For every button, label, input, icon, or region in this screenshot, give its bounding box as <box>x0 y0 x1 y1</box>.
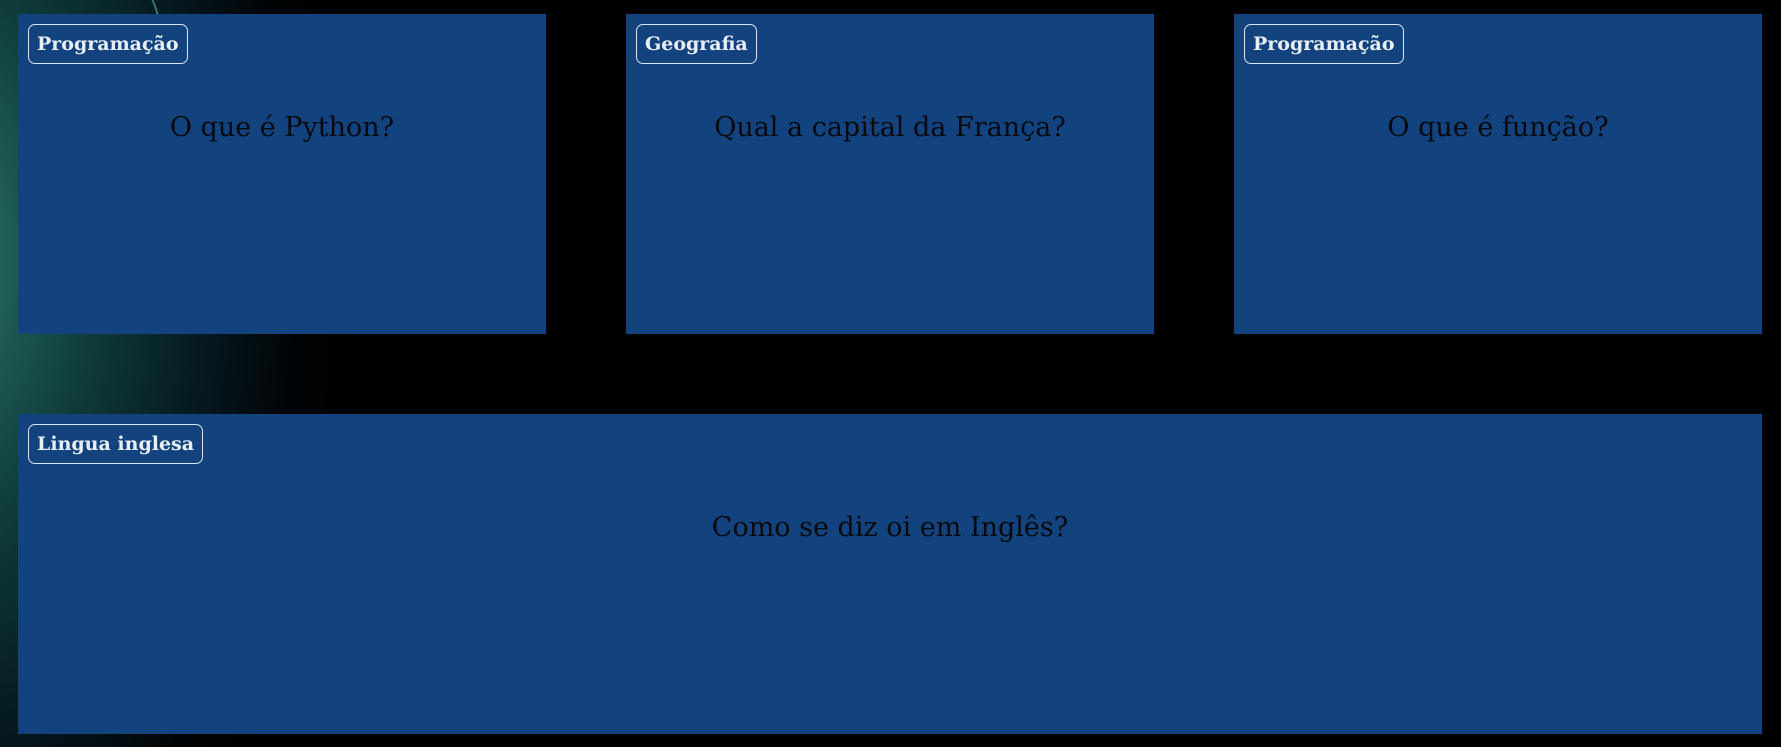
category-tag[interactable]: Programação <box>1244 24 1404 64</box>
flashcard[interactable]: Programação O que é função? <box>1234 14 1762 334</box>
flashcard[interactable]: Lingua inglesa Como se diz oi em Inglês? <box>18 414 1762 734</box>
category-tag[interactable]: Programação <box>28 24 188 64</box>
category-tag[interactable]: Lingua inglesa <box>28 424 204 464</box>
category-tag[interactable]: Geografia <box>636 24 757 64</box>
flashcard[interactable]: Geografia Qual a capital da França? <box>626 14 1154 334</box>
question-text: O que é Python? <box>169 112 395 143</box>
question-text: O que é função? <box>1387 112 1609 143</box>
question-text: Como se diz oi em Inglês? <box>711 512 1069 543</box>
flashcard[interactable]: Programação O que é Python? <box>18 14 546 334</box>
question-text: Qual a capital da França? <box>714 112 1066 143</box>
